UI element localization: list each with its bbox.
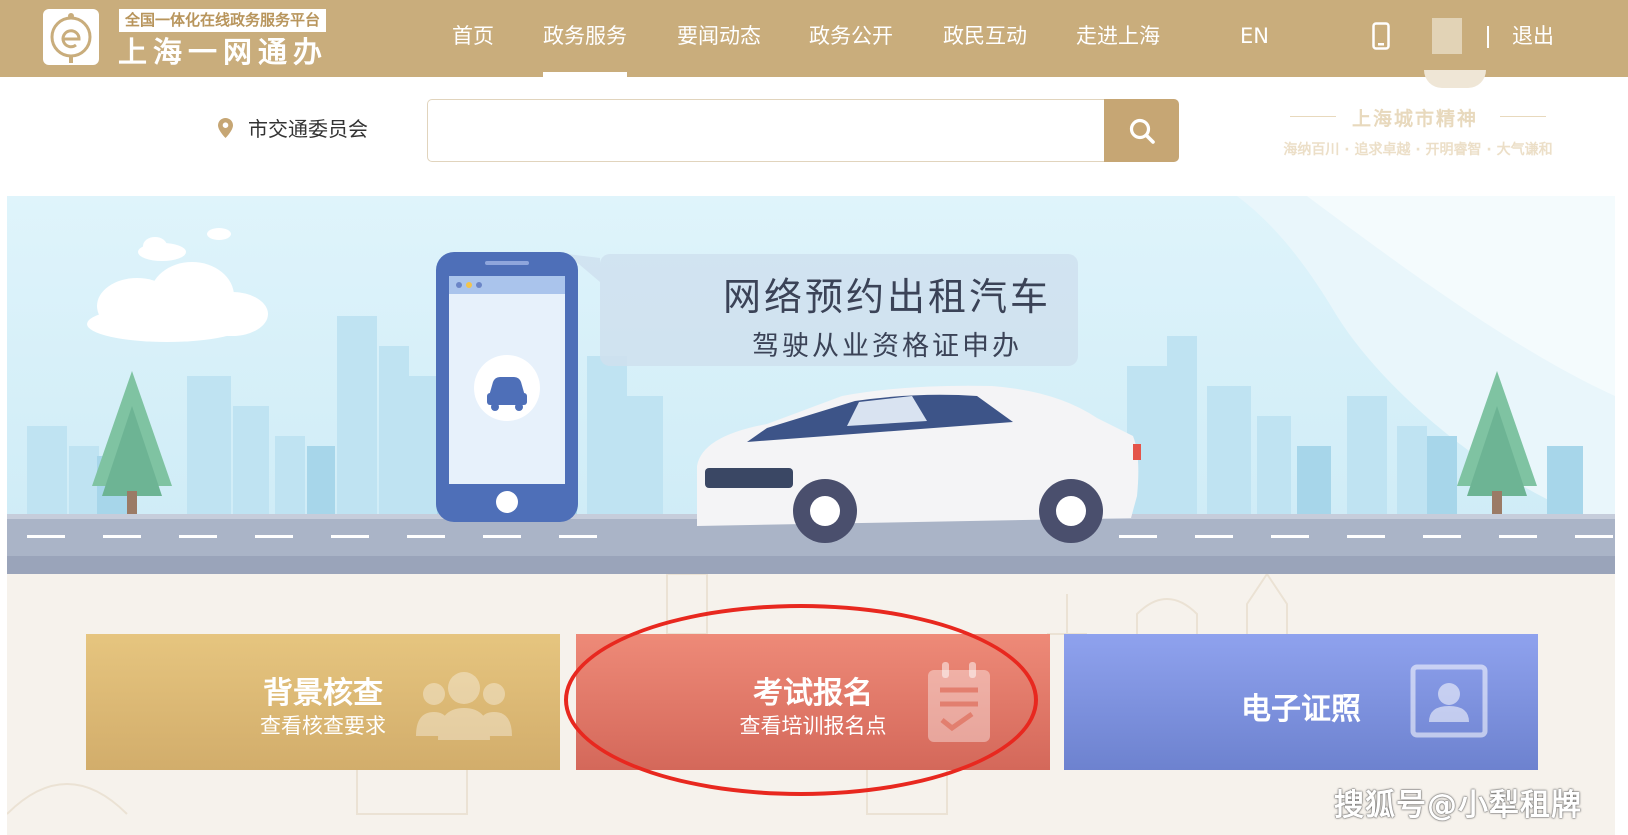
search-input[interactable] bbox=[427, 99, 1107, 162]
highlight-annotation bbox=[564, 604, 1038, 796]
divider bbox=[1487, 26, 1489, 48]
nav-english[interactable]: EN bbox=[1240, 0, 1269, 77]
top-header: 全国一体化在线政务服务平台 上海一网通办 首页 政务服务 要闻动态 政务公开 政… bbox=[0, 0, 1628, 77]
search-button[interactable] bbox=[1104, 99, 1179, 162]
search-icon bbox=[1129, 118, 1155, 144]
nav-gov-affairs-open[interactable]: 政务公开 bbox=[809, 0, 893, 77]
user-tab-decoration bbox=[1424, 70, 1486, 88]
city-spirit-title: 上海城市精神 bbox=[1351, 108, 1478, 130]
location-selector[interactable]: 市交通委员会 bbox=[248, 116, 368, 142]
card-electronic-license[interactable]: 电子证照 bbox=[1064, 634, 1538, 770]
nav-home[interactable]: 首页 bbox=[452, 0, 494, 77]
id-card-icon bbox=[1410, 664, 1488, 738]
nav-about-shanghai[interactable]: 走进上海 bbox=[1076, 0, 1160, 77]
banner-title: 网络预约出租汽车 bbox=[722, 275, 1051, 319]
nav-interaction[interactable]: 政民互动 bbox=[943, 0, 1027, 77]
logo-icon[interactable] bbox=[43, 9, 99, 65]
card-background-check[interactable]: 背景核查 查看核查要求 bbox=[86, 634, 560, 770]
banner-illustration bbox=[7, 196, 1615, 574]
banner-subtitle: 驾驶从业资格证申办 bbox=[752, 331, 1022, 362]
location-pin-icon bbox=[218, 118, 233, 138]
watermark: 搜狐号@小犁租牌 bbox=[1334, 788, 1582, 823]
hero-banner[interactable]: 网络预约出租汽车 驾驶从业资格证申办 bbox=[7, 196, 1615, 574]
logout-link[interactable]: 退出 bbox=[1512, 0, 1554, 73]
nav-government-services[interactable]: 政务服务 bbox=[543, 0, 627, 77]
people-icon bbox=[416, 672, 512, 740]
avatar[interactable] bbox=[1432, 18, 1462, 54]
platform-tagline: 全国一体化在线政务服务平台 bbox=[119, 9, 327, 32]
site-brand[interactable]: 上海一网通办 bbox=[118, 34, 328, 70]
mobile-icon[interactable] bbox=[1372, 22, 1390, 50]
city-spirit-subtitle: 海纳百川 · 追求卓越 · 开明睿智 · 大气谦和 bbox=[1283, 142, 1553, 158]
nav-news[interactable]: 要闻动态 bbox=[677, 0, 761, 77]
